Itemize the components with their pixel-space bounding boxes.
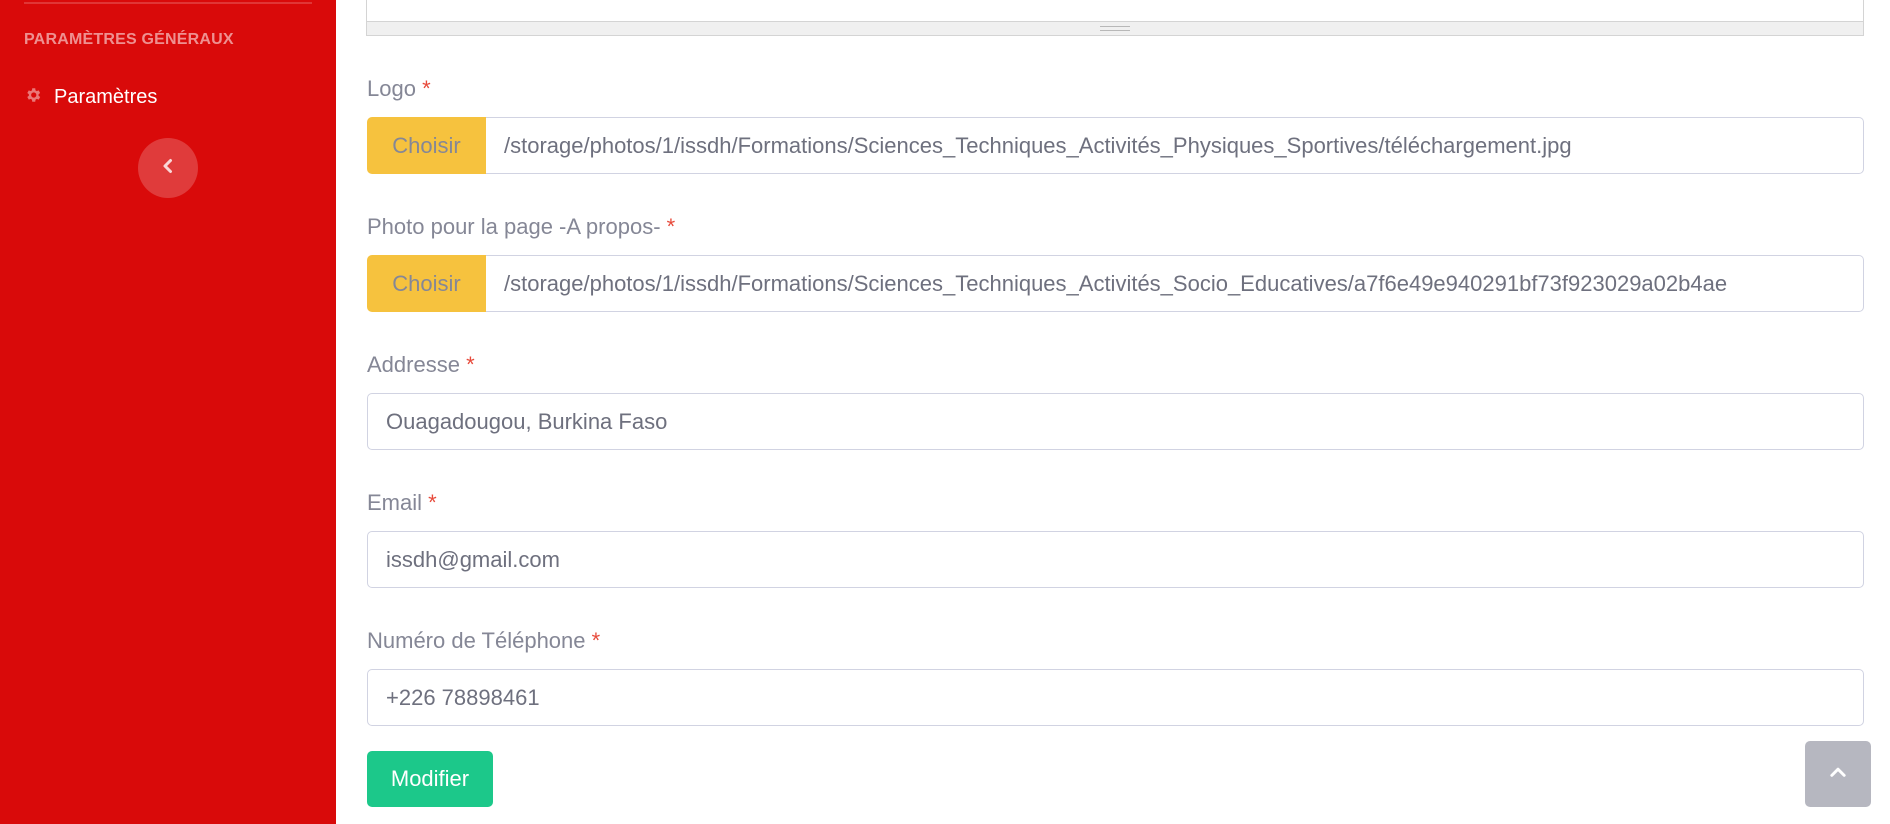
about-photo-label-text: Photo pour la page -A propos- — [367, 214, 661, 239]
logo-input-group: Choisir /storage/photos/1/issdh/Formatio… — [367, 117, 1864, 174]
chevron-left-icon — [160, 158, 176, 179]
about-photo-label: Photo pour la page -A propos- * — [367, 214, 675, 240]
sidebar-item-parametres[interactable]: Paramètres — [24, 82, 157, 112]
about-photo-path-field[interactable]: /storage/photos/1/issdh/Formations/Scien… — [486, 255, 1864, 312]
sidebar-toggle-button[interactable] — [138, 138, 198, 198]
sidebar-divider — [24, 2, 312, 4]
logo-choose-button[interactable]: Choisir — [367, 117, 486, 174]
required-mark: * — [466, 352, 475, 377]
sidebar: PARAMÈTRES GÉNÉRAUX Paramètres — [0, 0, 336, 824]
resize-grip-icon[interactable] — [1100, 26, 1130, 31]
required-mark: * — [666, 214, 676, 239]
gear-icon — [24, 86, 42, 109]
logo-path-field[interactable]: /storage/photos/1/issdh/Formations/Scien… — [486, 117, 1864, 174]
logo-label: Logo * — [367, 76, 431, 102]
email-field[interactable]: issdh@gmail.com — [367, 531, 1864, 588]
about-photo-input-group: Choisir /storage/photos/1/issdh/Formatio… — [367, 255, 1864, 312]
email-label: Email * — [367, 490, 437, 516]
address-field[interactable]: Ouagadougou, Burkina Faso — [367, 393, 1864, 450]
sidebar-item-label: Paramètres — [54, 85, 158, 108]
sidebar-heading: PARAMÈTRES GÉNÉRAUX — [24, 31, 234, 48]
editor-resize-bar[interactable] — [367, 21, 1863, 35]
phone-field[interactable]: +226 78898461 — [367, 669, 1864, 726]
about-photo-choose-button[interactable]: Choisir — [367, 255, 486, 312]
submit-button[interactable]: Modifier — [367, 751, 493, 807]
chevron-up-icon — [1829, 763, 1847, 786]
logo-label-text: Logo — [367, 76, 416, 101]
address-label: Addresse * — [367, 352, 475, 378]
editor-area[interactable] — [366, 0, 1864, 36]
email-label-text: Email — [367, 490, 423, 515]
address-label-text: Addresse — [367, 352, 460, 377]
required-mark: * — [428, 490, 437, 515]
phone-label: Numéro de Téléphone * — [367, 628, 600, 654]
required-mark: * — [422, 76, 431, 101]
required-mark: * — [591, 628, 601, 653]
phone-label-text: Numéro de Téléphone — [367, 628, 586, 653]
scroll-to-top-button[interactable] — [1805, 741, 1871, 807]
